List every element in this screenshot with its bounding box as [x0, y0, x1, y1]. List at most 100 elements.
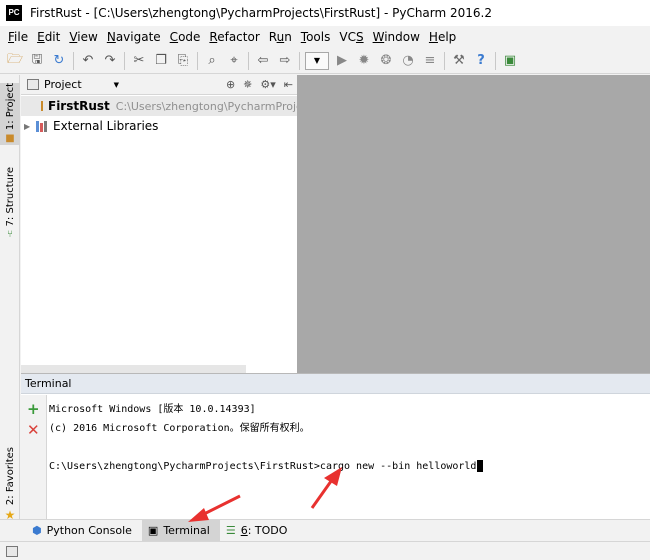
menu-label-suffix: ile: [14, 30, 29, 44]
tab-todo-mnemonic: 6: [240, 524, 248, 537]
undo-icon[interactable]: ↶: [77, 50, 99, 72]
toolbar-separator: [495, 51, 496, 70]
project-root-name: FirstRust: [48, 99, 110, 113]
terminal-line: (c) 2016 Microsoft Corporation。保留所有权利。: [49, 423, 310, 434]
save-icon[interactable]: 🖫: [26, 50, 48, 72]
toolbar-separator: [299, 51, 300, 70]
tree-item-external-libraries[interactable]: ▶ External Libraries: [21, 116, 297, 136]
python-icon: ⬢: [32, 524, 42, 537]
left-tool-strip: 1: Project ■ 7: Structure ⑂ 2: Favorites…: [0, 75, 20, 522]
project-folder-icon: ■: [5, 133, 15, 145]
terminal-icon: ▣: [147, 524, 159, 537]
forward-icon[interactable]: ⇨: [274, 50, 296, 72]
tab-python-console[interactable]: ⬢ Python Console: [26, 520, 142, 542]
menu-item-help[interactable]: Help: [425, 30, 460, 44]
structure-icon: ⑂: [7, 229, 13, 241]
menu-mnemonic: W: [372, 30, 385, 44]
paste-icon[interactable]: ⎘: [172, 50, 194, 72]
todo-icon: ☰: [225, 524, 236, 537]
menu-item-navigate[interactable]: Navigate: [103, 30, 165, 44]
terminal-window: Terminal + ✕ Microsoft Windows [版本 10.0.…: [21, 373, 650, 520]
project-tool-button[interactable]: 1: Project ■: [0, 83, 20, 145]
tab-todo-text: : TODO: [247, 524, 288, 537]
tab-python-console-label: Python Console: [46, 524, 132, 537]
toggle-tool-windows-icon[interactable]: [6, 545, 18, 557]
redo-icon[interactable]: ↷: [99, 50, 121, 72]
structure-tool-label: 7: Structure: [4, 167, 16, 227]
chevron-down-icon: ▼: [113, 80, 119, 89]
debug-icon[interactable]: ✹: [353, 50, 375, 72]
back-icon[interactable]: ⇦: [252, 50, 274, 72]
close-session-icon[interactable]: ✕: [27, 421, 40, 439]
menu-item-refactor[interactable]: Refactor: [205, 30, 263, 44]
project-tree: FirstRust C:\Users\zhengtong\PycharmProj…: [21, 95, 297, 136]
toolbar-separator: [124, 51, 125, 70]
help-icon[interactable]: ?: [470, 50, 492, 72]
terminal-line: Microsoft Windows [版本 10.0.14393]: [49, 404, 256, 415]
menu-item-vcs[interactable]: VCS: [335, 30, 367, 44]
external-libraries-label: External Libraries: [53, 119, 159, 133]
menu-item-file[interactable]: File: [4, 30, 32, 44]
menu-item-code[interactable]: Code: [166, 30, 205, 44]
find-icon[interactable]: ⌕: [201, 50, 223, 72]
collapse-all-icon[interactable]: ✵: [243, 78, 252, 91]
status-bar: [0, 541, 650, 560]
toolbar-separator: [444, 51, 445, 70]
menu-item-run[interactable]: Run: [265, 30, 296, 44]
menu-label-suffix: iew: [77, 30, 98, 44]
profile-icon[interactable]: ◔: [397, 50, 419, 72]
replace-icon[interactable]: ⌖: [223, 50, 245, 72]
terminal-command: C:\Users\zhengtong\PycharmProjects\First…: [49, 461, 477, 472]
project-view-dropdown[interactable]: Project ▼: [27, 78, 119, 91]
run-icon[interactable]: ▶: [331, 50, 353, 72]
hide-panel-icon[interactable]: ⇤: [284, 78, 293, 91]
copy-icon[interactable]: ❐: [150, 50, 172, 72]
gear-icon[interactable]: ⚙▾: [260, 78, 275, 91]
coverage-icon[interactable]: ❂: [375, 50, 397, 72]
structure-tool-button[interactable]: 7: Structure ⑂: [0, 167, 20, 240]
bottom-tool-tabs: ⬢ Python Console ▣ Terminal ☰ 6: TODO: [0, 519, 650, 542]
settings-icon[interactable]: ⚒: [448, 50, 470, 72]
library-icon: [36, 120, 48, 132]
project-root-path: C:\Users\zhengtong\PycharmProjects\First…: [115, 99, 297, 113]
main-toolbar: 🗁 🖫 ↻ ↶ ↷ ✂ ❐ ⎘ ⌕ ⌖ ⇦ ⇨ ▼ ▶ ✹ ❂ ◔ ≡ ⚒ ? …: [0, 48, 650, 74]
menu-mnemonic: E: [37, 30, 45, 44]
add-session-icon[interactable]: +: [27, 400, 40, 418]
cut-icon[interactable]: ✂: [128, 50, 150, 72]
scroll-from-source-icon[interactable]: ⊕: [226, 78, 235, 91]
favorites-tool-label: 2: Favorites: [4, 447, 16, 506]
horizontal-scrollbar[interactable]: [21, 365, 246, 373]
terminal-header: Terminal: [21, 374, 650, 394]
tab-terminal[interactable]: ▣ Terminal: [141, 519, 220, 542]
pycharm-logo-icon: PC: [6, 5, 22, 21]
terminal-output[interactable]: Microsoft Windows [版本 10.0.14393] (c) 201…: [47, 395, 650, 520]
tree-item-firstrust[interactable]: FirstRust C:\Users\zhengtong\PycharmProj…: [21, 96, 297, 116]
tab-todo[interactable]: ☰ 6: TODO: [220, 520, 298, 542]
chevron-down-icon: ▼: [313, 56, 321, 65]
menu-item-view[interactable]: View: [65, 30, 101, 44]
run-config-dropdown[interactable]: ▼: [305, 51, 329, 70]
project-panel: Project ▼ ⊕ ✵ ⚙▾ ⇤ FirstRust C:\Users\zh…: [21, 75, 297, 373]
menu-item-edit[interactable]: Edit: [33, 30, 64, 44]
expand-arrow-icon[interactable]: ▶: [24, 122, 36, 131]
tab-todo-label: 6: TODO: [241, 524, 288, 537]
menu-label-prefix: VC: [339, 30, 356, 44]
tab-terminal-label: Terminal: [163, 524, 210, 537]
concurrency-icon[interactable]: ≡: [419, 50, 441, 72]
menu-mnemonic: N: [106, 30, 116, 44]
project-header-actions: ⊕ ✵ ⚙▾ ⇤: [218, 78, 297, 91]
menu-label-suffix: indow: [384, 30, 420, 44]
sync-icon[interactable]: ↻: [48, 50, 70, 72]
terminal-actions: + ✕: [21, 395, 47, 520]
menu-item-window[interactable]: Window: [369, 30, 424, 44]
menu-item-tools[interactable]: Tools: [297, 30, 335, 44]
project-panel-header: Project ▼ ⊕ ✵ ⚙▾ ⇤: [21, 75, 297, 95]
sdk-icon[interactable]: ▣: [499, 50, 521, 72]
open-folder-icon[interactable]: 🗁: [4, 50, 26, 72]
menu-label-suffix: ode: [178, 30, 201, 44]
terminal-cursor: [477, 460, 484, 472]
favorites-tool-button[interactable]: 2: Favorites ★: [0, 447, 20, 522]
toolbar-separator: [248, 51, 249, 70]
toolbar-separator: [197, 51, 198, 70]
editor-area: [297, 75, 650, 373]
